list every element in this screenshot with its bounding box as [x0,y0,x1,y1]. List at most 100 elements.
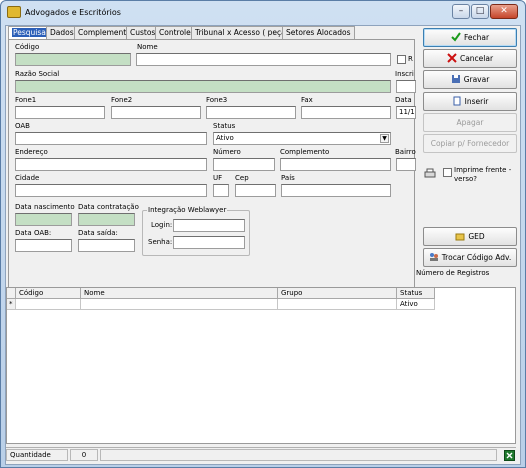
complemento-field[interactable] [280,158,391,171]
tab-page-pesquisa: Código Nome R Inscri Razão Social Fone1 … [8,39,416,288]
quantidade-value: 0 [70,449,98,461]
codigo-field[interactable] [15,53,131,66]
razao-social-field[interactable] [15,80,391,93]
data-oab-field[interactable] [15,239,72,252]
save-icon [451,75,460,83]
fone3-label: Fone3 [206,96,228,104]
data-saida-field[interactable] [78,239,135,252]
complemento-label: Complemento [280,148,330,156]
tab-setores-alocados[interactable]: Setores Alocados [282,26,355,39]
column-header-nome[interactable]: Nome [81,288,278,299]
window-title: Advogados e Escritórios [25,8,121,17]
data-contratacao-label: Data contratação [78,203,139,211]
x-icon [447,53,457,63]
login-field[interactable] [173,219,245,232]
oab-label: OAB [15,122,30,130]
r-checkbox[interactable] [397,55,406,64]
cep-field[interactable] [235,184,276,197]
nome-field[interactable] [136,53,391,66]
cidade-field[interactable] [15,184,207,197]
pais-field[interactable] [281,184,391,197]
senha-field[interactable] [173,236,245,249]
cell-nome[interactable] [81,299,278,310]
numero-field[interactable] [213,158,275,171]
fone1-label: Fone1 [15,96,37,104]
tab-pesquisa[interactable]: Pesquisa [8,26,51,39]
status-select-value: Ativo [216,134,234,142]
fone1-field[interactable] [15,106,105,119]
fax-field[interactable] [301,106,391,119]
cancelar-button[interactable]: Cancelar [423,49,517,68]
integracao-weblawyer-group: Integração Weblawyer Login: Senha: [142,206,250,256]
cep-label: Cep [235,174,249,182]
application-window: Advogados e Escritórios – □ ✕ Pesquisa D… [0,0,526,468]
ged-button[interactable]: GED [423,227,517,246]
title-bar: Advogados e Escritórios – □ ✕ [1,1,525,25]
cidade-label: Cidade [15,174,40,182]
printer-icon [424,168,436,178]
fax-label: Fax [301,96,313,104]
oab-field[interactable] [15,132,207,145]
new-document-icon [453,96,461,106]
data-field[interactable]: 11/1( [396,106,416,119]
column-header-status[interactable]: Status [397,288,435,299]
nome-label: Nome [137,43,158,51]
r-label: R [408,55,413,63]
gravar-button[interactable]: Gravar [423,70,517,89]
razao-social-label: Razão Social [15,70,60,78]
close-button[interactable]: ✕ [490,4,518,19]
row-marker[interactable]: * [7,299,16,310]
excel-export-icon[interactable] [504,450,515,461]
tab-controle[interactable]: Controle [155,26,195,39]
maximize-button[interactable]: □ [471,4,489,19]
codigo-label: Código [15,43,40,51]
imprime-frente-verso-checkbox[interactable] [443,168,452,177]
fone3-field[interactable] [206,106,296,119]
numero-registros-label: Número de Registros [416,269,490,277]
folder-icon [455,233,465,241]
minimize-button[interactable]: – [452,4,470,19]
column-header-grupo[interactable]: Grupo [278,288,397,299]
uf-label: UF [213,174,223,182]
status-label: Status [213,122,236,130]
copiar-fornecedor-button[interactable]: Copiar p/ Fornecedor [423,134,517,153]
inscri-label: Inscri [395,70,414,78]
row-selector-header [7,288,16,299]
fechar-button[interactable]: Fechar [423,28,517,47]
column-header-codigo[interactable]: Código [16,288,81,299]
bairro-label: Bairro [395,148,416,156]
inscri-field[interactable] [396,80,416,93]
quantidade-label: Quantidade [6,449,68,461]
numero-label: Número [213,148,241,156]
endereco-field[interactable] [15,158,207,171]
data-oab-label: Data OAB: [15,229,52,237]
people-icon [429,253,438,261]
app-icon [7,6,21,18]
inserir-button[interactable]: Inserir [423,92,517,111]
results-grid[interactable]: Código Nome Grupo Status * Ativo [6,287,516,444]
status-bar: Quantidade 0 [6,447,516,462]
cell-grupo[interactable] [278,299,397,310]
login-label: Login: [151,221,173,229]
trocar-codigo-button[interactable]: Trocar Código Adv. [423,248,517,267]
data-contratacao-field[interactable] [78,213,135,226]
senha-label: Senha: [148,238,173,246]
fone2-field[interactable] [111,106,201,119]
integracao-weblawyer-title: Integração Weblawyer [147,206,228,214]
data-nascimento-field[interactable] [15,213,72,226]
status-panel-empty [100,449,497,461]
tab-dados[interactable]: Dados [46,26,78,39]
status-select[interactable]: Ativo ▼ [213,132,391,145]
apagar-button[interactable]: Apagar [423,113,517,132]
data-label: Data [395,96,412,104]
data-nascimento-label: Data nascimento [15,203,75,211]
cell-status[interactable]: Ativo [397,299,435,310]
cell-codigo[interactable] [16,299,81,310]
pais-label: País [281,174,295,182]
checkmark-icon [451,32,461,42]
data-saida-label: Data saída: [78,229,118,237]
uf-field[interactable] [213,184,229,197]
endereco-label: Endereço [15,148,48,156]
chevron-down-icon[interactable]: ▼ [380,134,389,143]
bairro-field[interactable] [396,158,416,171]
